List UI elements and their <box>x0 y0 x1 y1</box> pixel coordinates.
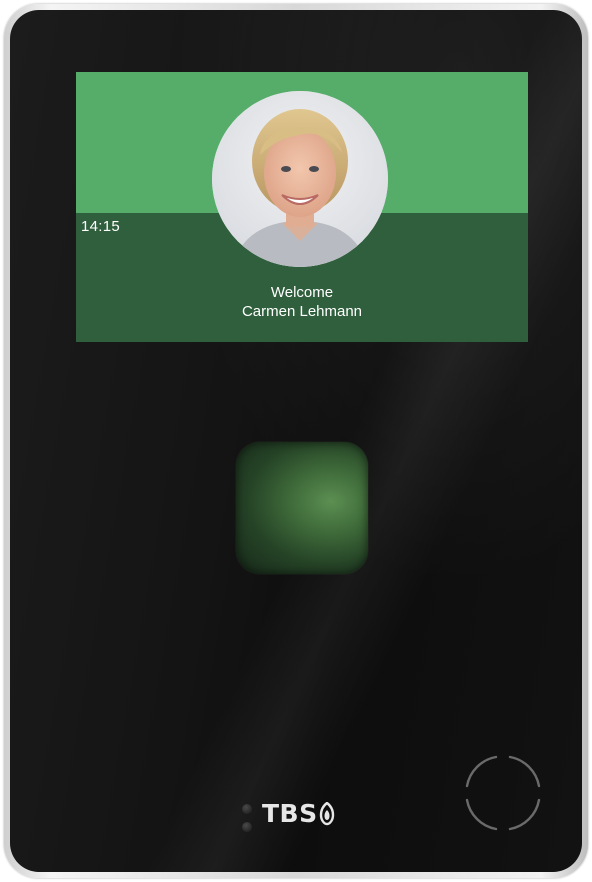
user-avatar <box>212 91 388 267</box>
device-bezel: 14:15 Welcome Carmen Lehmann TBS <box>10 10 582 872</box>
fingerprint-sensor[interactable] <box>236 442 368 574</box>
status-led-top <box>242 804 252 814</box>
welcome-message: Welcome <box>270 284 334 301</box>
terminal-device: 14:15 Welcome Carmen Lehmann TBS <box>4 4 588 878</box>
status-led-bottom <box>242 822 252 832</box>
user-name: Carmen Lehmann <box>241 303 363 320</box>
brand-logo-text: TBS <box>262 799 318 828</box>
display-screen: 14:15 Welcome Carmen Lehmann <box>76 72 528 342</box>
tbs-logo-icon <box>319 802 335 826</box>
clock-time: 14:15 <box>81 218 121 235</box>
nfc-reader-icon[interactable] <box>460 750 546 836</box>
status-leds <box>240 800 254 840</box>
